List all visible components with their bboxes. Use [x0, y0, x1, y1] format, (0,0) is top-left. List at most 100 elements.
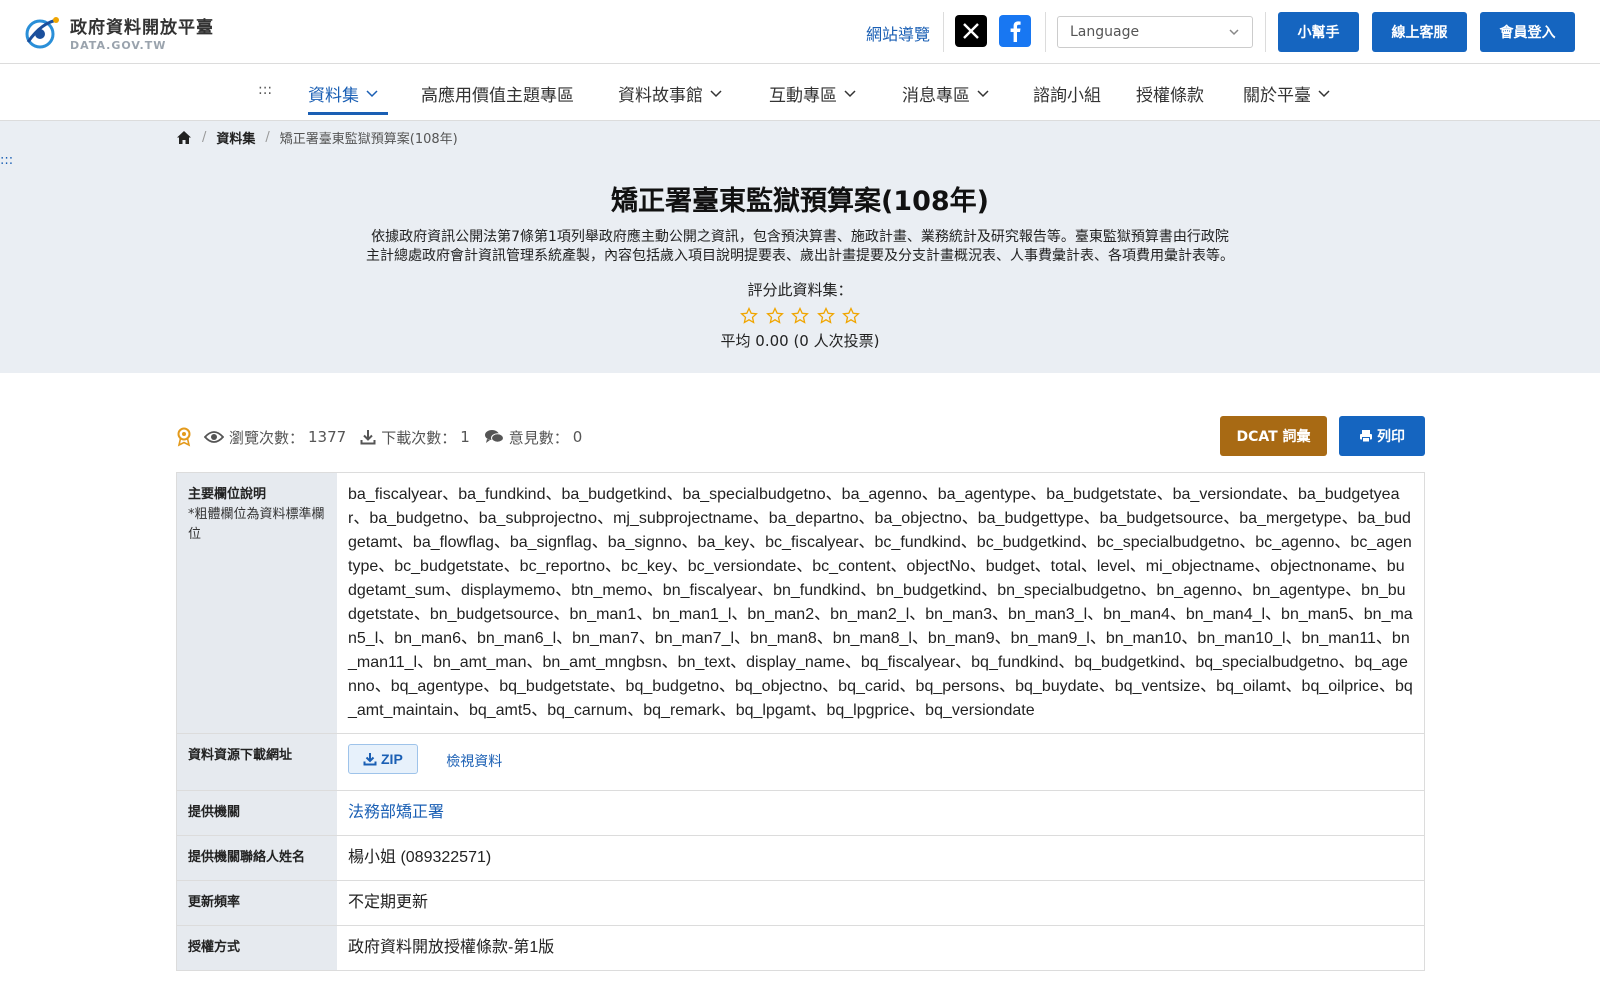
nav-item-label: 諮詢小組: [1033, 85, 1101, 106]
chevron-down-icon: [1318, 90, 1330, 98]
table-row: 提供機關 法務部矯正署: [177, 791, 1424, 836]
comment-count-value: 0: [572, 428, 583, 446]
breadcrumb-current: 矯正署臺東監獄預算案(108年): [279, 131, 458, 147]
nav-item-label: 資料故事館: [618, 85, 703, 106]
dataset-description: 依據政府資訊公開法第7條第1項列舉政府應主動公開之資訊，包含預決算書、施政計畫、…: [290, 228, 1310, 266]
nav-item-label: 授權條款: [1136, 85, 1204, 106]
print-label: 列印: [1377, 429, 1405, 445]
nav-item-datasets[interactable]: 資料集: [308, 78, 379, 108]
rating-average: 平均 0.00 (0 人次投票): [720, 332, 880, 350]
nav-item-license[interactable]: 授權條款: [1136, 78, 1204, 108]
row-label: 提供機關: [177, 791, 337, 835]
license-value: 政府資料開放授權條款-第1版: [348, 939, 555, 956]
facebook-icon[interactable]: [999, 15, 1031, 47]
chevron-down-icon: [710, 90, 722, 98]
download-links: ZIP 檢視資料: [337, 734, 1424, 790]
top-header: 政府資料開放平臺 DATA.GOV.TW 網站導覽 Language 小幫手 線…: [0, 0, 1600, 64]
row-label: 主要欄位說明 *粗體欄位為資料標準欄位: [177, 473, 337, 733]
row-label: 資料資源下載網址: [177, 734, 337, 790]
contact-value: 楊小姐 (089322571): [348, 849, 492, 866]
divider: [1045, 12, 1046, 52]
logo-title: 政府資料開放平臺: [70, 17, 214, 38]
view-count-value: 1377: [308, 428, 347, 446]
download-count-label: 下載次數：: [381, 428, 457, 447]
download-icon: [360, 430, 376, 445]
view-data-link[interactable]: 檢視資料: [446, 753, 502, 769]
dataset-stats: 瀏覽次數： 1377 下載次數： 1 意見數： 0: [176, 425, 596, 449]
table-row: 資料資源下載網址 ZIP 檢視資料: [177, 734, 1424, 791]
print-button[interactable]: 列印: [1339, 416, 1425, 456]
dataset-hero: / 資料集 / 矯正署臺東監獄預算案(108年) ::: 矯正署臺東監獄預算案(…: [0, 121, 1600, 373]
description-line: 主計總處政府會計資訊管理系統產製，內容包括歲入項目說明提要表、歲出計畫提要及分支…: [366, 248, 1234, 264]
star-icon[interactable]: [791, 307, 809, 325]
divider: [1265, 12, 1266, 52]
comment-count-label: 意見數：: [508, 428, 569, 447]
logo-icon: [22, 12, 62, 52]
comments-icon: [484, 430, 504, 443]
table-row: 更新頻率 不定期更新: [177, 881, 1424, 926]
zip-download-button[interactable]: ZIP: [348, 744, 418, 774]
site-logo[interactable]: 政府資料開放平臺 DATA.GOV.TW: [22, 10, 214, 54]
description-line: 依據政府資訊公開法第7條第1項列舉政府應主動公開之資訊，包含預決算書、施政計畫、…: [371, 229, 1229, 245]
breadcrumb: / 資料集 / 矯正署臺東監獄預算案(108年): [176, 127, 458, 147]
table-row: 授權方式 政府資料開放授權條款-第1版: [177, 926, 1424, 970]
active-nav-indicator: [308, 112, 388, 115]
page-title: 矯正署臺東監獄預算案(108年): [610, 186, 990, 217]
row-label: 提供機關聯絡人姓名: [177, 836, 337, 880]
nav-item-label: 關於平臺: [1243, 85, 1311, 106]
home-icon[interactable]: [176, 130, 192, 145]
chevron-down-icon: [977, 90, 989, 98]
breadcrumb-separator: /: [202, 129, 207, 145]
accesskey-nav[interactable]: :::: [258, 82, 272, 98]
fields-value: ba_fiscalyear、ba_fundkind、ba_budgetkind、…: [348, 486, 1413, 719]
download-count-value: 1: [460, 428, 470, 446]
star-icon[interactable]: [842, 307, 860, 325]
breadcrumb-separator: /: [265, 129, 270, 145]
chevron-down-icon: [844, 90, 856, 98]
help-button[interactable]: 小幫手: [1278, 12, 1359, 52]
star-icon[interactable]: [765, 307, 784, 325]
download-count: 下載次數： 1: [360, 427, 470, 448]
rating-stars[interactable]: [740, 307, 860, 325]
fields-note: *粗體欄位為資料標準欄位: [188, 507, 325, 542]
chevron-down-icon: [366, 90, 378, 98]
rate-label: 評分此資料集：: [747, 281, 853, 299]
provider-link[interactable]: 法務部矯正署: [337, 791, 1424, 835]
logo-subtitle: DATA.GOV.TW: [70, 38, 167, 52]
row-label: 更新頻率: [177, 881, 337, 925]
table-row: 主要欄位說明 *粗體欄位為資料標準欄位 ba_fiscalyear、ba_fun…: [177, 473, 1424, 734]
view-count: 瀏覽次數： 1377: [204, 427, 346, 448]
nav-item-label: 高應用價值主題專區: [421, 85, 574, 106]
nav-item-news[interactable]: 消息專區: [902, 78, 990, 108]
nav-item-label: 互動專區: [769, 85, 837, 106]
eye-icon: [204, 431, 224, 443]
dataset-metadata-table: 主要欄位說明 *粗體欄位為資料標準欄位 ba_fiscalyear、ba_fun…: [176, 472, 1425, 971]
main-nav: ::: 資料集 高應用價值主題專區 資料故事館 互動專區 消息專區 諮詢小組 授…: [0, 64, 1600, 121]
zip-label: ZIP: [381, 751, 403, 767]
breadcrumb-datasets[interactable]: 資料集: [216, 128, 255, 147]
dcat-button[interactable]: DCAT 詞彙: [1220, 416, 1327, 456]
x-twitter-icon[interactable]: [955, 15, 987, 47]
member-login-button[interactable]: 會員登入: [1480, 12, 1575, 52]
sitemap-link[interactable]: 網站導覽: [866, 21, 930, 45]
star-icon[interactable]: [740, 307, 758, 325]
nav-item-label: 消息專區: [902, 85, 970, 106]
language-select[interactable]: Language: [1057, 16, 1253, 48]
download-icon: [363, 753, 377, 766]
nav-item-interaction[interactable]: 互動專區: [769, 78, 857, 108]
comment-count: 意見數： 0: [484, 427, 583, 448]
printer-icon: [1360, 430, 1372, 443]
language-select-value: Language: [1070, 24, 1140, 40]
nav-item-advisory[interactable]: 諮詢小組: [1033, 78, 1101, 108]
star-icon[interactable]: [816, 307, 835, 325]
nav-item-about[interactable]: 關於平臺: [1243, 78, 1331, 108]
nav-item-label: 資料集: [308, 85, 359, 106]
accesskey-main[interactable]: :::: [0, 153, 13, 168]
frequency-value: 不定期更新: [348, 894, 429, 911]
nav-item-high-value-topics[interactable]: 高應用價值主題專區: [421, 78, 574, 108]
divider: [943, 12, 944, 52]
view-count-label: 瀏覽次數：: [229, 428, 305, 447]
nav-item-data-stories[interactable]: 資料故事館: [618, 78, 723, 108]
online-service-button[interactable]: 線上客服: [1372, 12, 1467, 52]
chevron-down-icon: [1229, 29, 1239, 36]
